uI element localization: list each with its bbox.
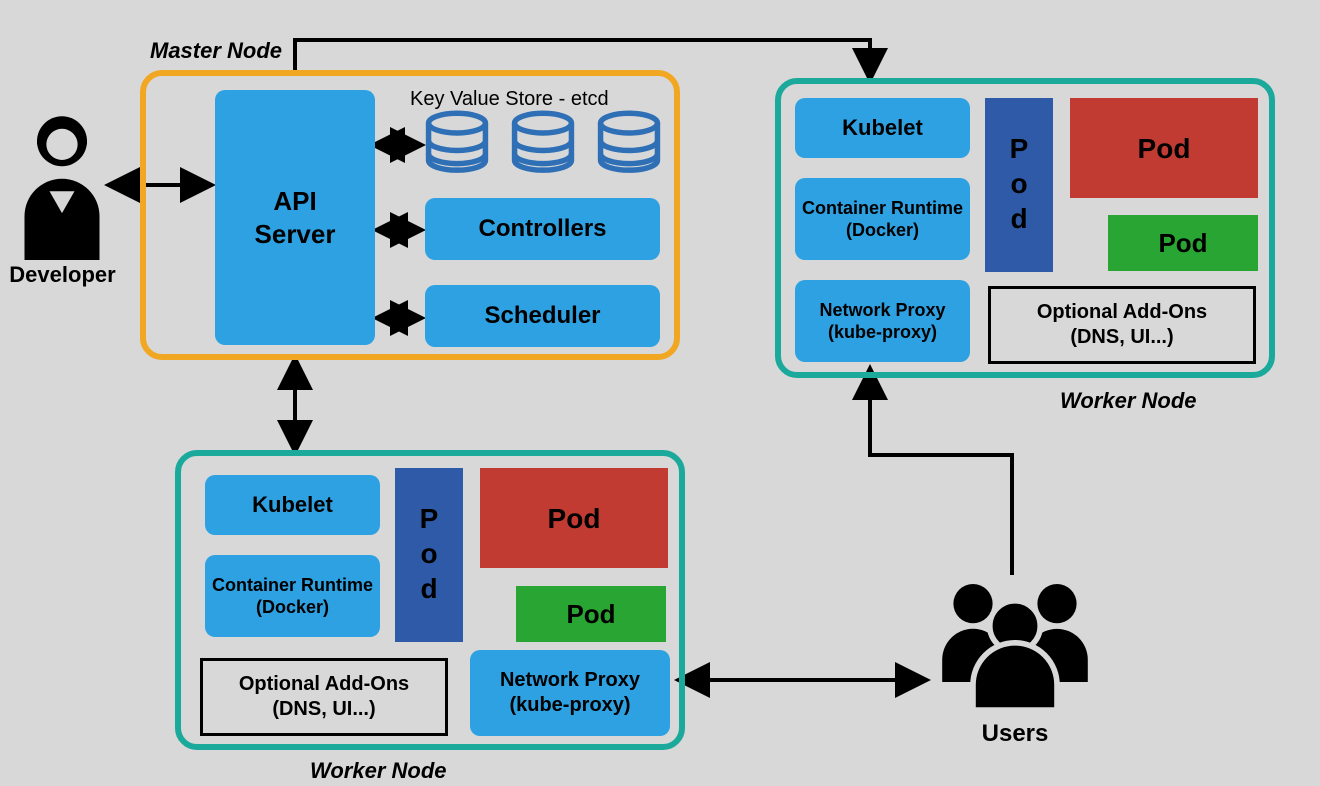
w1-proxy: Network Proxy (kube-proxy) xyxy=(795,280,970,362)
controllers-box: Controllers xyxy=(425,198,660,260)
w2-runtime: Container Runtime (Docker) xyxy=(205,555,380,637)
w2-pod-vertical: Pod xyxy=(395,468,463,642)
worker-node-1-label: Worker Node xyxy=(1060,388,1197,414)
w1-pod-green: Pod xyxy=(1108,215,1258,271)
etcd-db-icon-3 xyxy=(594,110,664,180)
w2-proxy: Network Proxy (kube-proxy) xyxy=(470,650,670,736)
w2-pod-red: Pod xyxy=(480,468,668,568)
master-node-label: Master Node xyxy=(150,38,282,64)
etcd-db-icon-1 xyxy=(422,110,492,180)
etcd-label: Key Value Store - etcd xyxy=(410,88,609,111)
w1-pod-vertical: Pod xyxy=(985,98,1053,272)
w2-kubelet: Kubelet xyxy=(205,475,380,535)
w1-kubelet: Kubelet xyxy=(795,98,970,158)
w2-pod-green: Pod xyxy=(516,586,666,642)
developer-label: Developer xyxy=(0,262,125,288)
w1-runtime: Container Runtime (Docker) xyxy=(795,178,970,260)
users-icon xyxy=(930,570,1100,710)
worker-node-2-label: Worker Node xyxy=(310,758,447,784)
w1-addons: Optional Add-Ons (DNS, UI...) xyxy=(988,286,1256,364)
w2-addons: Optional Add-Ons (DNS, UI...) xyxy=(200,658,448,736)
developer-icon xyxy=(12,110,112,260)
scheduler-box: Scheduler xyxy=(425,285,660,347)
users-label: Users xyxy=(960,720,1070,748)
api-server-box: API Server xyxy=(215,90,375,345)
etcd-db-icon-2 xyxy=(508,110,578,180)
w1-pod-red: Pod xyxy=(1070,98,1258,198)
